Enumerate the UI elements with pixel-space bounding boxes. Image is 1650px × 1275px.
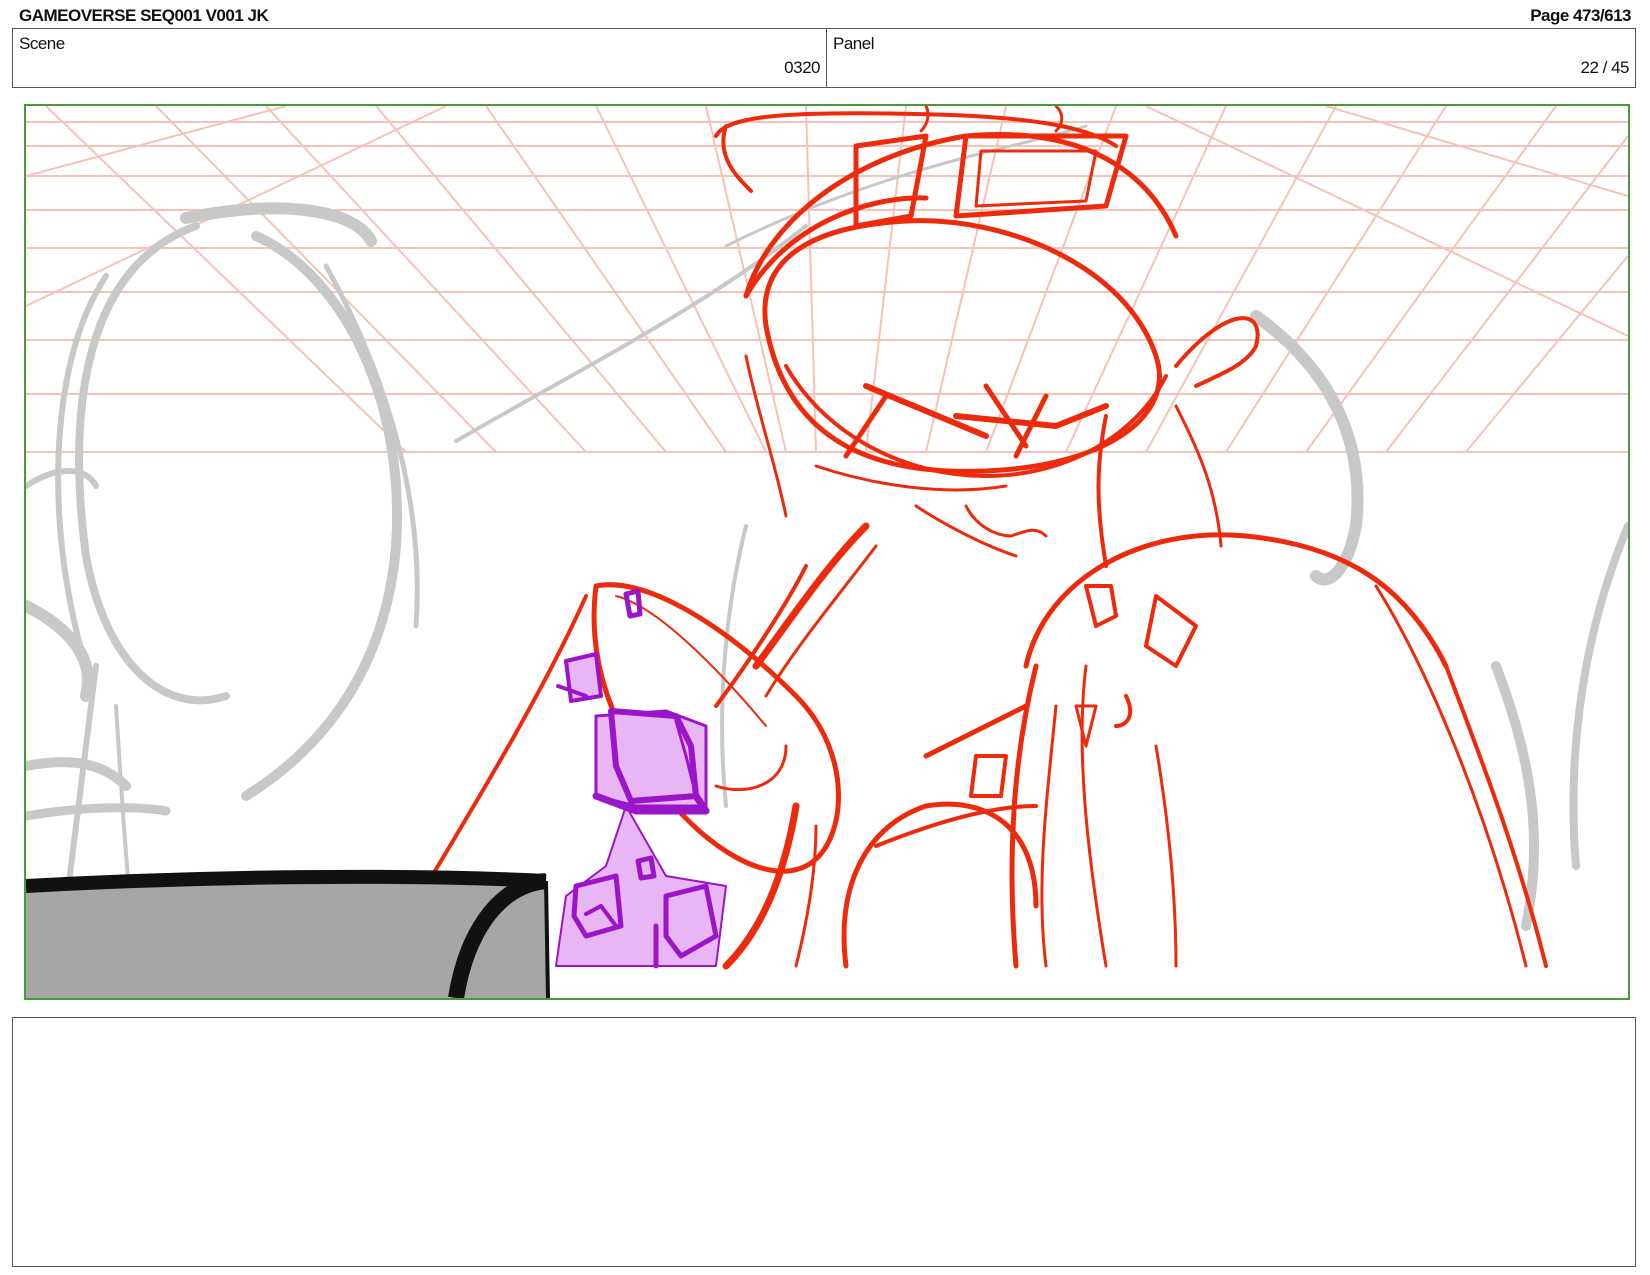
- storyboard-frame: [24, 104, 1630, 1000]
- character-sketch: [424, 106, 1548, 970]
- panel-label: Panel: [833, 34, 874, 53]
- foreground-console: [26, 869, 550, 998]
- scene-panel-info: Scene 0320 Panel 22 / 45: [12, 28, 1636, 88]
- purple-robot-prop: [555, 588, 727, 969]
- page-number: Page 473/613: [1530, 6, 1631, 25]
- panel-notes-box: [12, 1017, 1636, 1267]
- panel-number: 22 / 45: [1580, 58, 1630, 77]
- scene-label: Scene: [19, 34, 65, 53]
- background-grid: [26, 106, 1628, 453]
- document-title: GAMEOVERSE SEQ001 V001 JK: [19, 6, 269, 25]
- scene-cell: Scene 0320: [13, 29, 827, 87]
- panel-cell: Panel 22 / 45: [827, 29, 1635, 87]
- scene-number: 0320: [784, 58, 820, 77]
- storyboard-drawing: [26, 106, 1628, 998]
